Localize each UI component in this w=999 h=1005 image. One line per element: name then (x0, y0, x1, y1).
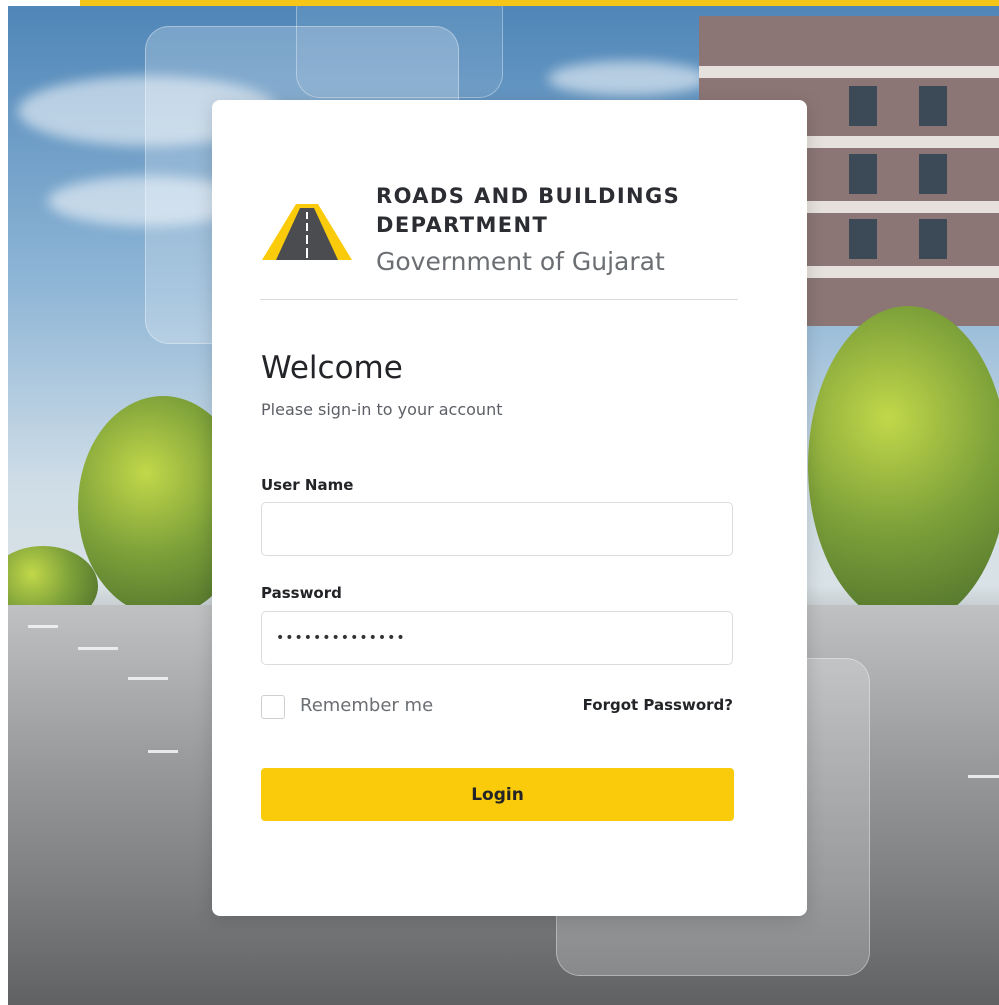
road-marking (128, 677, 168, 680)
signin-subheading: Please sign-in to your account (261, 400, 503, 419)
building-window (849, 86, 877, 126)
cloud (548, 61, 708, 96)
building-window (919, 219, 947, 259)
road-marking (148, 750, 178, 753)
password-input[interactable] (261, 611, 733, 665)
tree (808, 306, 999, 626)
username-input[interactable] (261, 502, 733, 556)
building-window (919, 154, 947, 194)
remember-me-label[interactable]: Remember me (300, 695, 433, 716)
welcome-heading: Welcome (261, 350, 403, 386)
brand-title-line1: ROADS AND BUILDINGS (376, 184, 681, 208)
login-button[interactable]: Login (261, 768, 734, 821)
login-page: ROADS AND BUILDINGS DEPARTMENT Governmen… (0, 0, 999, 1005)
divider (260, 299, 738, 300)
login-card: ROADS AND BUILDINGS DEPARTMENT Governmen… (212, 100, 807, 916)
forgot-password-link[interactable]: Forgot Password? (583, 696, 733, 714)
road-marking (78, 647, 118, 650)
building-window (849, 154, 877, 194)
building-band (699, 66, 999, 78)
username-label: User Name (261, 476, 354, 494)
remember-me-checkbox[interactable] (261, 695, 285, 719)
building-window (849, 219, 877, 259)
password-label: Password (261, 584, 342, 602)
brand-title-line2: DEPARTMENT (376, 213, 549, 237)
glass-panel (296, 6, 503, 98)
road-marking (28, 625, 58, 628)
left-edge (0, 0, 8, 1005)
road-triangle-icon (262, 204, 352, 260)
brand-subtitle: Government of Gujarat (376, 247, 665, 276)
building-window (919, 86, 947, 126)
road-marking (968, 775, 999, 778)
